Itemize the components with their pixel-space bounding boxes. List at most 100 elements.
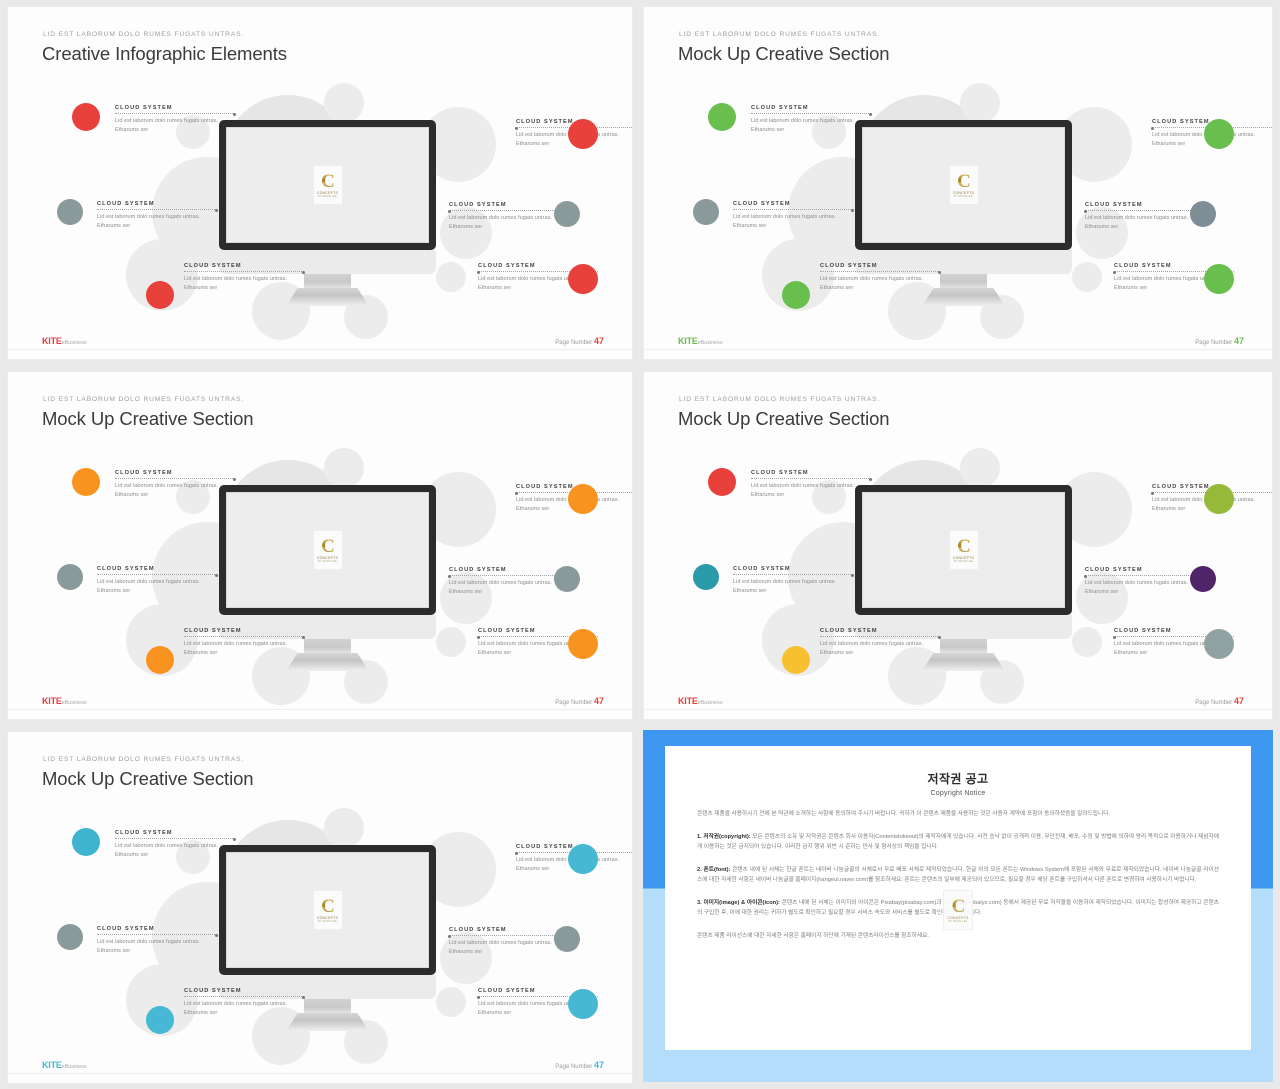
callout-body: Lid est laborum dolo rumes fugats untras… (820, 276, 923, 291)
monitor-stand-neck (304, 274, 351, 288)
slide-cell-1: LID EST LABORUM DOLO RUMES FUGATS UNTRAS… (0, 0, 638, 365)
concepts-logo-icon: C CONCEPTS BY MOON LEE (948, 165, 979, 205)
copyright-title-en: Copyright Notice (930, 790, 986, 797)
callout-heading: CLOUD SYSTEM (820, 263, 878, 269)
callout-2: CLOUD SYSTEM Lid est laborum dolo rumes … (97, 201, 218, 231)
callout-heading: CLOUD SYSTEM (1085, 202, 1143, 208)
page-number-value: 47 (1233, 336, 1244, 346)
callout-heading: CLOUD SYSTEM (115, 830, 173, 836)
callout-5: CLOUD SYSTEM Lid est laborum dolo rumes … (1084, 567, 1205, 597)
callout-2: CLOUD SYSTEM Lid est laborum dolo rumes … (97, 566, 218, 596)
copyright-cell: 저작권 공고 Copyright Notice 콘텐츠 제품을 사용하시기 전에… (638, 725, 1280, 1089)
decorative-blob (960, 448, 1000, 488)
callout-connector-line (184, 270, 305, 274)
callout-2: CLOUD SYSTEM Lid est laborum dolo rumes … (733, 566, 854, 596)
footer-divider (8, 709, 632, 710)
callout-connector-line (820, 635, 941, 639)
callout-1: CLOUD SYSTEM Lid est laborum dolo rumes … (751, 470, 872, 500)
brand-name: KITE (42, 336, 62, 346)
logo-line2: BY MOON LEE (318, 920, 337, 923)
slide-eyebrow: LID EST LABORUM DOLO RUMES FUGATS UNTRAS… (43, 396, 245, 403)
callout-dot-2[interactable] (57, 199, 83, 225)
callout-dot-5[interactable] (554, 201, 580, 227)
callout-dot-4[interactable] (568, 119, 598, 149)
callout-connector-line (97, 208, 218, 212)
callout-dot-3[interactable] (782, 646, 810, 674)
slide-4[interactable]: LID EST LABORUM DOLO RUMES FUGATS UNTRAS… (643, 371, 1273, 720)
callout-heading: CLOUD SYSTEM (751, 105, 809, 111)
brand-suffix: eBusiness (61, 340, 87, 346)
callout-dot-1[interactable] (708, 103, 736, 131)
callout-dot-1[interactable] (72, 828, 100, 856)
copyright-section-2: 2. 폰트(font): 콘텐츠 내에 된 서체는 한글 폰트는 네이버 나눔글… (697, 865, 1219, 886)
callout-connector-line (751, 477, 872, 481)
callout-heading: CLOUD SYSTEM (97, 926, 155, 932)
callout-dot-1[interactable] (72, 468, 100, 496)
decorative-blob (1072, 262, 1102, 292)
callout-dot-2[interactable] (693, 199, 719, 225)
decorative-blob (436, 627, 466, 657)
page-number-value: 47 (593, 336, 604, 346)
callout-heading: CLOUD SYSTEM (184, 628, 242, 634)
callout-dot-3[interactable] (146, 1006, 174, 1034)
callout-connector-line (448, 574, 569, 578)
slide-5[interactable]: LID EST LABORUM DOLO RUMES FUGATS UNTRAS… (7, 731, 633, 1084)
callout-1: CLOUD SYSTEM Lid est laborum dolo rumes … (115, 830, 236, 860)
page-number-label: Page Number (555, 340, 593, 346)
callout-heading: CLOUD SYSTEM (115, 105, 173, 111)
monitor-bezel: C CONCEPTS BY MOON LEE (855, 120, 1072, 250)
callout-connector-line (115, 112, 236, 116)
brand-name: KITE (678, 336, 698, 346)
callout-dot-1[interactable] (708, 468, 736, 496)
callout-dot-6[interactable] (568, 264, 598, 294)
monitor-stand-neck (940, 639, 987, 653)
callout-connector-line (448, 934, 569, 938)
callout-dot-4[interactable] (1204, 484, 1234, 514)
callout-dot-5[interactable] (554, 926, 580, 952)
callout-dot-6[interactable] (1204, 629, 1234, 659)
callout-dot-3[interactable] (146, 281, 174, 309)
slide-3[interactable]: LID EST LABORUM DOLO RUMES FUGATS UNTRAS… (7, 371, 633, 720)
decorative-blob (324, 83, 364, 123)
callout-dot-4[interactable] (1204, 119, 1234, 149)
callout-dot-6[interactable] (568, 629, 598, 659)
callout-dot-4[interactable] (568, 484, 598, 514)
callout-body: Lid est laborum dolo rumes fugats untras… (449, 580, 552, 595)
brand-logo: KITEeBusiness (678, 336, 723, 346)
callout-connector-line (115, 837, 236, 841)
copyright-section-3-label: 3. 이미지(image) & 아이콘(icon): (697, 899, 780, 906)
monitor-bezel: C CONCEPTS BY MOON LEE (855, 485, 1072, 615)
callout-dot-5[interactable] (1190, 201, 1216, 227)
page-number-value: 47 (593, 1060, 604, 1070)
callout-heading: CLOUD SYSTEM (449, 202, 507, 208)
callout-3: CLOUD SYSTEM Lid est laborum dolo rumes … (820, 628, 941, 658)
callout-dot-2[interactable] (57, 564, 83, 590)
callout-dot-6[interactable] (1204, 264, 1234, 294)
copyright-section-1: 1. 저작권(copyright): 모든 콘텐츠의 소유 및 저작권은 콘텐츠… (697, 832, 1219, 853)
slide-cell-5: LID EST LABORUM DOLO RUMES FUGATS UNTRAS… (0, 725, 638, 1089)
footer-divider (8, 1073, 632, 1074)
callout-body: Lid est laborum dolo rumes fugats untras… (1085, 215, 1188, 230)
copyright-panel: 저작권 공고 Copyright Notice 콘텐츠 제품을 사용하시기 전에… (643, 730, 1273, 1082)
callout-dot-3[interactable] (782, 281, 810, 309)
slide-2[interactable]: LID EST LABORUM DOLO RUMES FUGATS UNTRAS… (643, 6, 1273, 360)
monitor-stand-neck (304, 639, 351, 653)
callout-body: Lid est laborum dolo rumes fugats untras… (751, 118, 854, 133)
logo-letter: C (957, 535, 971, 557)
callout-connector-line (448, 209, 569, 213)
callout-dot-6[interactable] (568, 989, 598, 1019)
callout-dot-4[interactable] (568, 844, 598, 874)
callout-dot-2[interactable] (693, 564, 719, 590)
callout-dot-5[interactable] (554, 566, 580, 592)
copyright-section-1-label: 1. 저작권(copyright): (697, 833, 751, 840)
callout-dot-3[interactable] (146, 646, 174, 674)
callout-body: Lid est laborum dolo rumes fugats untras… (97, 214, 200, 229)
callout-body: Lid est laborum dolo rumes fugats untras… (733, 579, 836, 594)
callout-dot-5[interactable] (1190, 566, 1216, 592)
brand-name: KITE (678, 696, 698, 706)
callout-dot-2[interactable] (57, 924, 83, 950)
slide-1[interactable]: LID EST LABORUM DOLO RUMES FUGATS UNTRAS… (7, 6, 633, 360)
decorative-blob (960, 83, 1000, 123)
monitor-stand-neck (304, 999, 351, 1013)
callout-dot-1[interactable] (72, 103, 100, 131)
